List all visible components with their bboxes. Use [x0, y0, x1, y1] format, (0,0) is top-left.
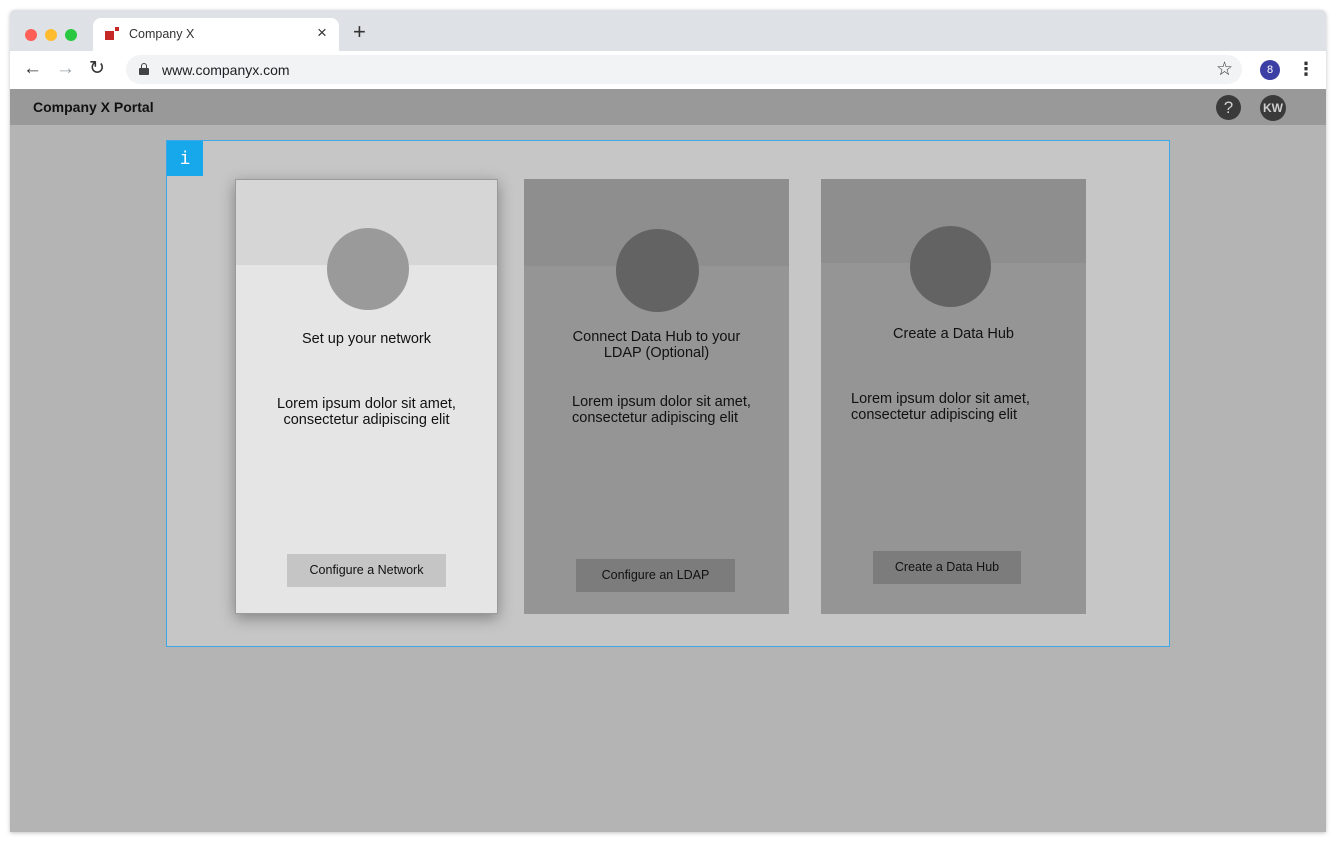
card-image-placeholder: [327, 228, 409, 310]
lock-icon[interactable]: [139, 63, 149, 75]
tab-title: Company X: [129, 27, 195, 41]
card-description-line: consectetur adipiscing elit: [572, 410, 739, 426]
profile-icon[interactable]: 8: [1260, 60, 1280, 80]
configure-network-button[interactable]: Configure a Network: [287, 554, 446, 587]
back-icon[interactable]: ←: [23, 58, 42, 80]
card-description-line: consectetur adipiscing elit: [283, 412, 450, 428]
forward-icon[interactable]: →: [56, 58, 75, 80]
info-icon[interactable]: i: [167, 141, 203, 176]
page-title: Company X Portal: [33, 99, 154, 115]
minimize-window-button[interactable]: [45, 29, 57, 41]
setup-cards-container: i Set up your network Lorem ipsum dolor …: [166, 140, 1170, 647]
card-description-line: Lorem ipsum dolor sit amet,: [572, 394, 751, 410]
card-heading-text: Set up your network: [302, 331, 431, 347]
close-window-button[interactable]: [25, 29, 37, 41]
card-image-placeholder: [910, 226, 991, 307]
card-connect-ldap[interactable]: Connect Data Hub to your LDAP (Optional)…: [524, 179, 789, 614]
maximize-window-button[interactable]: [65, 29, 77, 41]
card-setup-network[interactable]: Set up your network Lorem ipsum dolor si…: [235, 179, 498, 614]
url-text[interactable]: www.companyx.com: [162, 62, 290, 78]
tab-strip: Company X × +: [10, 10, 1326, 51]
card-heading-line: LDAP (Optional): [603, 345, 710, 361]
card-heading-text: Create a Data Hub: [893, 326, 1014, 342]
browser-toolbar: ← → ↻ www.companyx.com ☆ 8 ⋮: [10, 51, 1326, 89]
card-image-placeholder: [616, 229, 699, 312]
create-data-hub-button[interactable]: Create a Data Hub: [873, 551, 1021, 584]
star-icon[interactable]: ☆: [1216, 58, 1233, 81]
menu-icon[interactable]: ⋮: [1297, 58, 1315, 80]
company-favicon-icon: [105, 27, 119, 41]
tab-close-icon[interactable]: ×: [317, 24, 327, 42]
card-create-data-hub[interactable]: Create a Data Hub Lorem ipsum dolor sit …: [821, 179, 1086, 614]
card-description-line: Lorem ipsum dolor sit amet,: [277, 396, 456, 412]
configure-ldap-button[interactable]: Configure an LDAP: [576, 559, 735, 592]
reload-icon[interactable]: ↻: [89, 58, 105, 80]
card-description-line: Lorem ipsum dolor sit amet,: [851, 391, 1030, 407]
card-heading: Set up your network: [236, 331, 497, 347]
portal-header: Company X Portal ? KW: [10, 89, 1326, 125]
card-description: Lorem ipsum dolor sit amet, consectetur …: [572, 394, 751, 426]
browser-window: Company X × + ← → ↻ www.companyx.com ☆ 8…: [10, 10, 1326, 832]
card-heading-line: Connect Data Hub to your: [572, 329, 741, 345]
new-tab-icon[interactable]: +: [353, 20, 366, 44]
card-heading: Create a Data Hub: [821, 326, 1086, 342]
browser-tab[interactable]: Company X ×: [93, 18, 339, 51]
card-description: Lorem ipsum dolor sit amet, consectetur …: [851, 391, 1030, 423]
card-heading: Connect Data Hub to your LDAP (Optional): [524, 329, 789, 361]
card-description-line: consectetur adipiscing elit: [851, 407, 1018, 423]
avatar[interactable]: KW: [1260, 95, 1286, 121]
card-description: Lorem ipsum dolor sit amet, consectetur …: [236, 396, 497, 428]
help-icon[interactable]: ?: [1216, 95, 1241, 120]
address-bar[interactable]: www.companyx.com ☆: [126, 55, 1242, 84]
